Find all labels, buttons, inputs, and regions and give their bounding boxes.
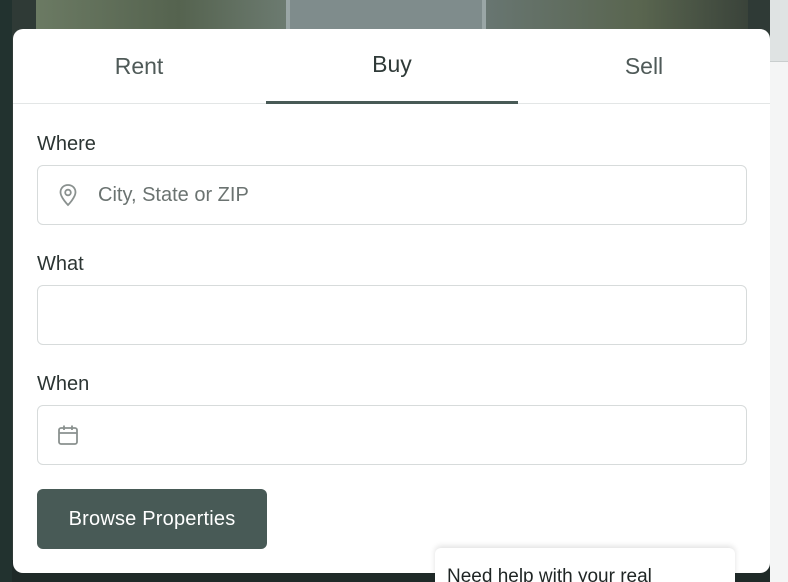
tab-buy[interactable]: Buy: [266, 29, 518, 104]
tab-sell[interactable]: Sell: [518, 29, 770, 104]
map-pin-icon: [38, 183, 98, 207]
background-page-edge: [770, 0, 788, 582]
search-modal: Rent Buy Sell Where What When Browse Pro…: [13, 29, 770, 573]
where-input[interactable]: [98, 166, 746, 224]
calendar-icon: [38, 424, 98, 446]
what-input[interactable]: [54, 286, 746, 344]
when-field[interactable]: [37, 405, 747, 465]
what-field[interactable]: [37, 285, 747, 345]
browse-properties-button[interactable]: Browse Properties: [37, 489, 267, 549]
when-input[interactable]: [98, 406, 746, 464]
what-label: What: [37, 253, 84, 275]
chat-widget-prompt[interactable]: Need help with your real: [435, 548, 735, 582]
search-tabs: Rent Buy Sell: [13, 29, 770, 104]
where-label: Where: [37, 133, 96, 155]
where-field[interactable]: [37, 165, 747, 225]
tab-rent[interactable]: Rent: [13, 29, 265, 104]
when-label: When: [37, 373, 90, 395]
